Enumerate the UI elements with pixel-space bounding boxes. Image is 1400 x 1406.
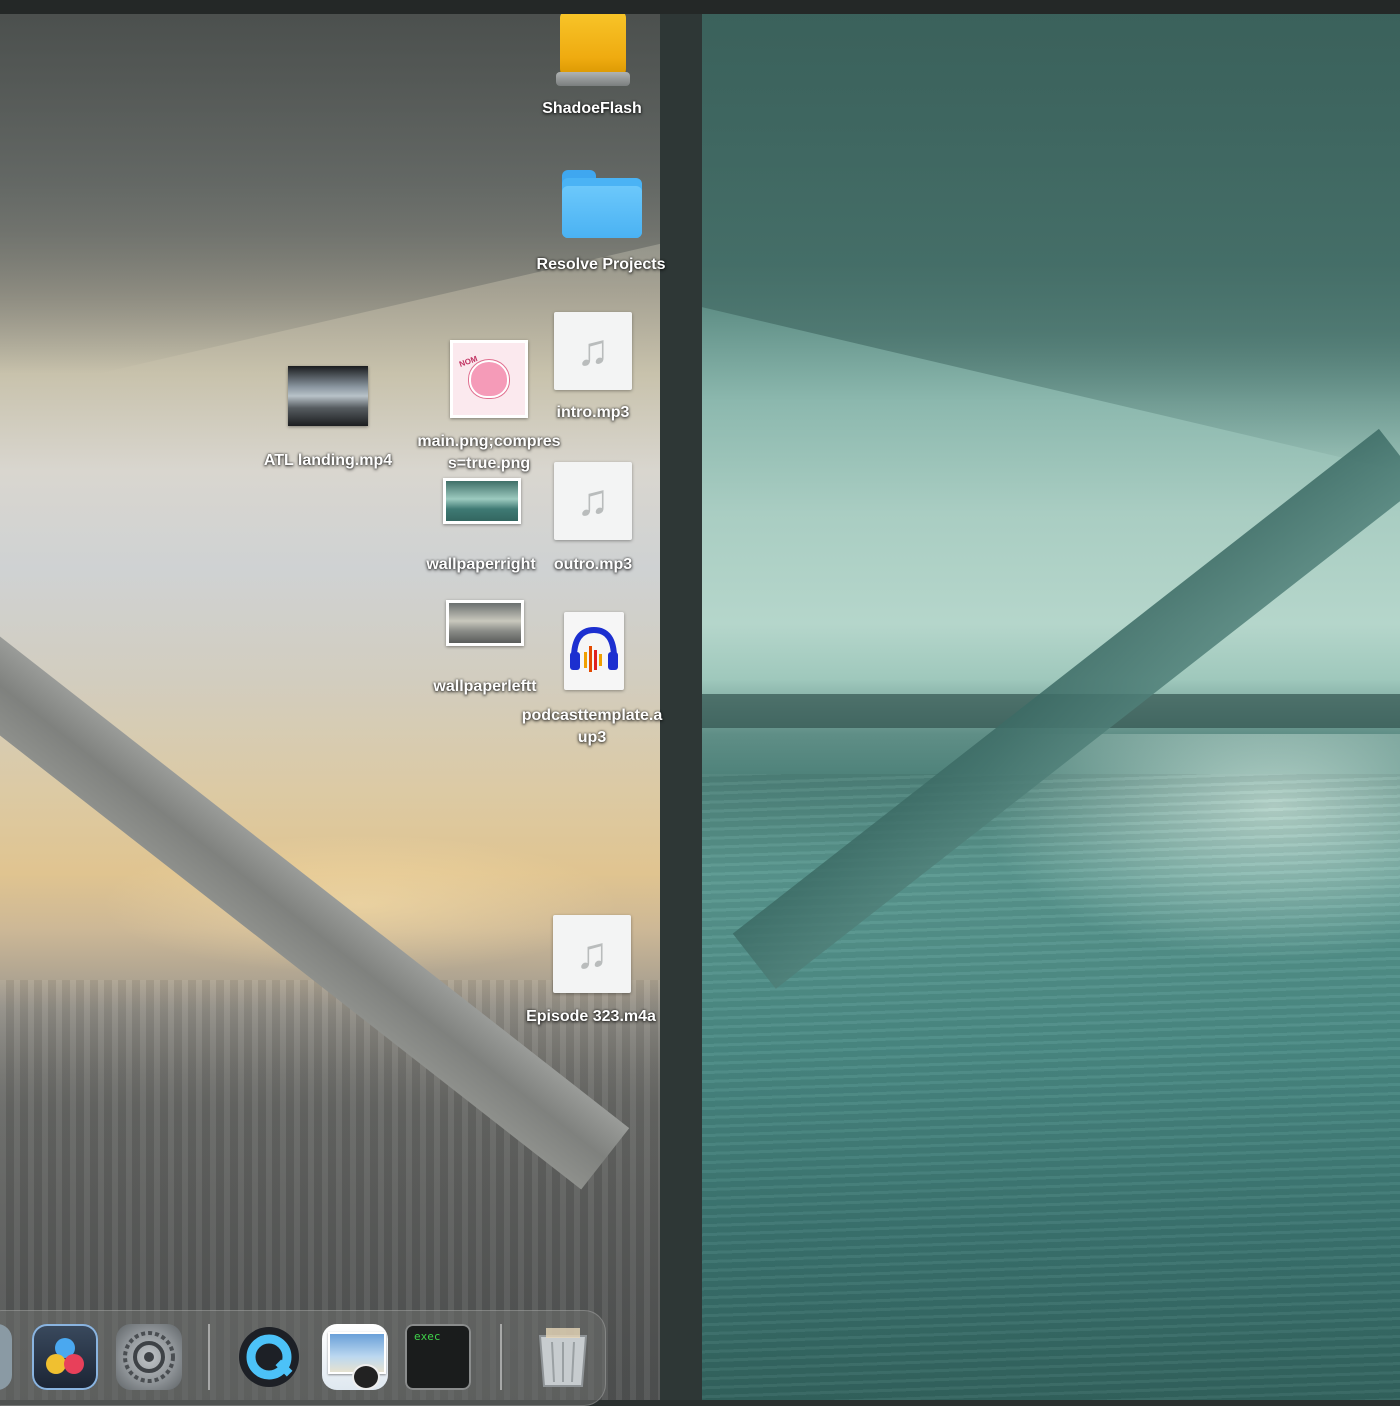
desktop-item-shadoeflash[interactable]: ShadoeFlash (520, 98, 664, 120)
desktop-item-main-png[interactable]: main.png;compres s=true.png (406, 431, 572, 475)
desktop-item-label: ATL landing.mp4 (263, 452, 393, 469)
external-drive-icon[interactable] (556, 10, 630, 86)
desktop-item-wallpaperleftt[interactable]: wallpaperleftt (418, 676, 552, 698)
desktop-item-label: intro.mp3 (556, 404, 630, 421)
terminal-icon[interactable]: exec (405, 1324, 471, 1390)
desktop-item-episode-323[interactable]: Episode 323.m4a (512, 1006, 670, 1028)
dock-separator (208, 1324, 210, 1390)
audacity-headphones-icon (570, 626, 618, 672)
desktop-item-label: podcasttemplate.a up3 (521, 707, 663, 746)
desktop-item-label: Episode 323.m4a (526, 1008, 656, 1025)
image-thumbnail-icon[interactable] (446, 600, 524, 646)
desktop-item-resolve-projects[interactable]: Resolve Projects (526, 254, 676, 276)
trash-icon[interactable] (530, 1324, 596, 1390)
desktop-item-outro-mp3[interactable]: outro.mp3 (540, 554, 646, 576)
gear-shape (123, 1331, 175, 1383)
quicktime-icon[interactable] (236, 1324, 302, 1390)
desktop-item-label: wallpaperleftt (433, 678, 537, 695)
gear-icon[interactable] (116, 1324, 182, 1390)
audio-file-icon[interactable]: ♫ (554, 312, 632, 390)
video-thumbnail-icon[interactable] (288, 366, 368, 426)
davinci-petals (46, 1338, 84, 1374)
drive-base (556, 72, 630, 86)
finder-icon[interactable] (0, 1324, 12, 1390)
audacity-project-icon[interactable] (564, 612, 624, 690)
desktop-item-label: ShadoeFlash (542, 100, 642, 117)
folder-front (562, 186, 642, 238)
melody-character (469, 360, 509, 398)
drive-body (560, 10, 626, 78)
desktop-item-atl-landing[interactable]: ATL landing.mp4 (250, 450, 406, 472)
image-thumbnail-icon[interactable] (443, 478, 521, 524)
image-thumbnail-icon[interactable]: NOM (450, 340, 528, 418)
terminal-exec-text: exec (414, 1330, 441, 1343)
preview-loupe (352, 1364, 380, 1390)
desktop-item-wallpaperright[interactable]: wallpaperright (414, 554, 548, 576)
desktop-item-intro-mp3[interactable]: intro.mp3 (532, 402, 654, 424)
trash-can (538, 1328, 588, 1387)
desktop-right-wallpaper (702, 14, 1400, 1400)
davinci-resolve-icon[interactable] (32, 1324, 98, 1390)
quicktime-q (239, 1327, 299, 1387)
desktop-item-label: Resolve Projects (536, 256, 666, 273)
audio-file-icon[interactable]: ♫ (554, 462, 632, 540)
wing-underside-right (702, 14, 1400, 474)
desktop-item-label: main.png;compres s=true.png (417, 433, 561, 472)
audio-file-icon[interactable]: ♫ (553, 915, 631, 993)
desktop-item-podcasttemplate[interactable]: podcasttemplate.a up3 (508, 705, 676, 749)
dock-separator (500, 1324, 502, 1390)
folder-icon[interactable] (562, 170, 642, 238)
desktop-item-label: wallpaperright (426, 556, 536, 573)
desktop-item-label: outro.mp3 (553, 556, 633, 573)
menu-bar-strip (0, 0, 1400, 14)
sea-surface (702, 774, 1400, 1400)
preview-icon[interactable] (322, 1324, 388, 1390)
display-divider (660, 0, 702, 1400)
